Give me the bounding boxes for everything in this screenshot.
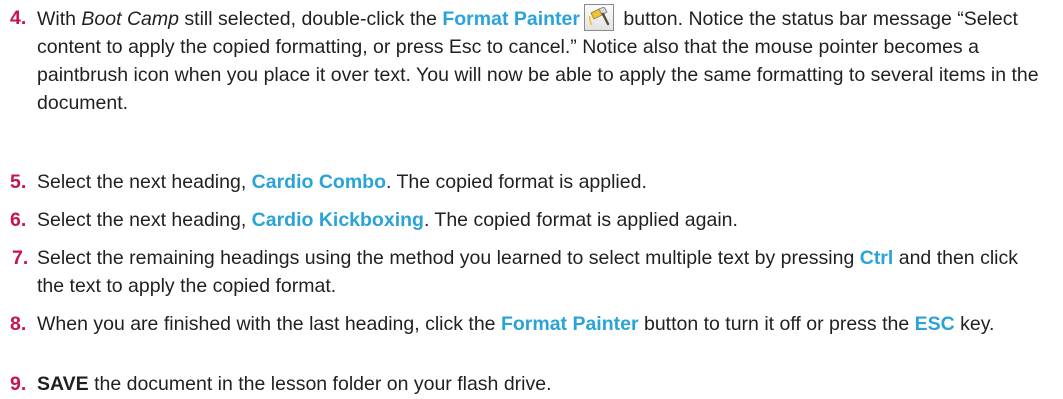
format-painter-icon bbox=[583, 4, 614, 31]
text-run: With bbox=[37, 8, 82, 30]
keyword-format-painter: Format Painter bbox=[500, 313, 639, 335]
step-text: Select the next heading, Cardio Combo. T… bbox=[37, 168, 1047, 196]
keyword-cardio-kickboxing: Cardio Kickboxing bbox=[251, 209, 424, 231]
text-run: . The copied format is applied. bbox=[386, 171, 647, 193]
text-run: Select the remaining headings using the … bbox=[37, 247, 860, 269]
text-run: the document in the lesson folder on you… bbox=[88, 373, 552, 395]
text-run: key. bbox=[954, 313, 995, 335]
step-number: 4. bbox=[10, 7, 27, 29]
text-run: still selected, double-click the bbox=[178, 8, 443, 30]
text-run: . The copied format is applied again. bbox=[423, 209, 738, 231]
keyword-esc: ESC bbox=[914, 313, 955, 335]
step-text: Select the next heading, Cardio Kickboxi… bbox=[37, 206, 1047, 234]
step-number: 5. bbox=[10, 171, 27, 193]
bold-term-save: SAVE bbox=[37, 373, 89, 395]
text-run: When you are finished with the last head… bbox=[37, 313, 501, 335]
step-number: 8. bbox=[10, 313, 27, 335]
text-run: Select the next heading, bbox=[37, 171, 252, 193]
step-text: Select the remaining headings using the … bbox=[37, 244, 1047, 300]
step-text: With Boot Camp still selected, double-cl… bbox=[37, 4, 1047, 117]
step-number: 7. bbox=[12, 247, 29, 269]
step-text: When you are finished with the last head… bbox=[37, 310, 1047, 338]
text-run: button to turn it off or press the bbox=[638, 313, 915, 335]
keyword-ctrl: Ctrl bbox=[859, 247, 894, 269]
italic-term: Boot Camp bbox=[81, 8, 179, 30]
step-text: SAVE the document in the lesson folder o… bbox=[37, 370, 1047, 398]
keyword-format-painter: Format Painter bbox=[442, 8, 580, 30]
keyword-cardio-combo: Cardio Combo bbox=[251, 171, 386, 193]
step-number: 6. bbox=[10, 209, 27, 231]
step-number: 9. bbox=[10, 373, 27, 395]
text-run: Select the next heading, bbox=[37, 209, 252, 231]
